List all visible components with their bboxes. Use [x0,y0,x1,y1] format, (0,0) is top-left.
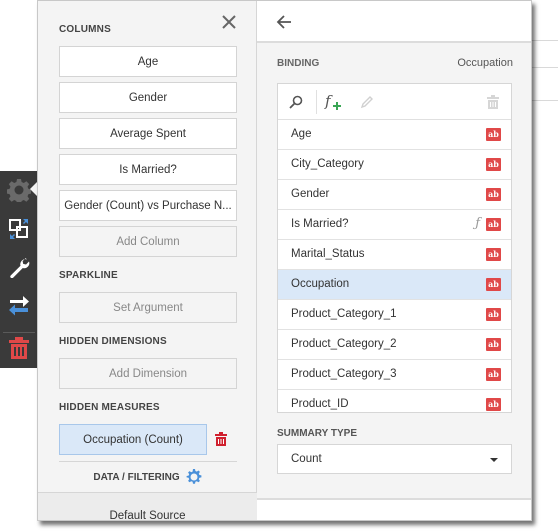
field-name: Product_ID [291,398,349,410]
field-row[interactable]: Product_Category_1 ab [278,300,511,330]
add-column-button[interactable]: Add Column [59,226,237,257]
toolbar-separator [316,90,317,114]
field-row-selected[interactable]: Occupation ab [278,270,511,300]
field-name: Occupation [291,278,350,290]
binding-label: BINDING [277,58,320,69]
svg-text:f: f [324,93,333,110]
binding-panel: BINDING Occupation f Age ab City_Categor… [257,1,531,520]
data-items-panel: COLUMNS Age Gender Average Spent Is Marr… [38,1,257,520]
remove-measure-button[interactable] [215,432,229,446]
search-icon [289,95,303,109]
string-type-icon: ab [486,218,501,231]
options-popup: COLUMNS Age Gender Average Spent Is Marr… [37,0,532,521]
convert-icon [9,219,28,239]
column-item[interactable]: Is Married? [59,154,237,185]
pencil-icon [360,96,373,109]
set-argument-button[interactable]: Set Argument [59,292,237,323]
field-name: Gender [291,188,330,200]
hidden-measure-item[interactable]: Occupation (Count) [59,424,207,455]
sparkline-section-title: SPARKLINE [59,270,118,281]
summary-type-label: SUMMARY TYPE [277,428,358,439]
toolbar-convert-button[interactable] [0,211,38,247]
string-type-icon: ab [486,338,501,351]
delete-field-button[interactable] [484,93,502,111]
data-filtering-label: DATA / FILTERING [93,471,180,483]
trash-icon [9,337,29,359]
toolbar-interactivity-button[interactable] [0,287,38,323]
field-name: Product_Category_1 [291,308,397,320]
toolbar-delete-button[interactable] [0,330,38,366]
string-type-icon: ab [486,158,501,171]
edit-field-button[interactable] [358,93,376,111]
function-add-icon: f [324,93,341,110]
field-row[interactable]: Product_Category_2 ab [278,330,511,360]
column-item[interactable]: Age [59,46,237,77]
toolbar-wrench-button[interactable] [0,249,38,285]
string-type-icon: ab [486,308,501,321]
back-button[interactable] [276,14,292,30]
field-name: Product_Category_2 [291,338,397,350]
background-line [532,100,558,101]
gear-icon [7,179,31,202]
field-row[interactable]: Gender ab [278,180,511,210]
field-row[interactable]: Product_ID ab [278,390,511,412]
data-source-footer[interactable]: Default Source [38,492,257,521]
string-type-icon: ab [486,278,501,291]
trash-icon [487,95,499,109]
field-list: f Age ab City_Category ab Gender ab Is M… [277,83,512,413]
string-type-icon: ab [486,128,501,141]
field-name: Product_Category_3 [291,368,397,380]
calculated-field-icon: ƒ [475,216,480,231]
binding-value: Occupation [457,57,513,69]
swap-icon [9,296,29,316]
column-item[interactable]: Gender [59,82,237,113]
columns-section-title: COLUMNS [59,24,111,35]
search-button[interactable] [287,93,305,111]
data-filtering-separator [59,461,237,462]
add-calculated-field-button[interactable]: f [324,93,342,111]
field-row[interactable]: Is Married? ƒ ab [278,210,511,240]
binding-panel-footer [257,500,531,520]
summary-type-select[interactable]: Count [277,444,512,474]
arrow-left-icon [276,15,291,29]
field-row[interactable]: Age ab [278,120,511,150]
field-row[interactable]: City_Category ab [278,150,511,180]
field-row[interactable]: Product_Category_3 ab [278,360,511,390]
string-type-icon: ab [486,188,501,201]
column-item[interactable]: Gender (Count) vs Purchase N... [59,190,237,221]
data-source-label: Default Source [109,510,186,521]
field-name: Is Married? [291,218,349,230]
trash-icon [215,432,227,446]
item-toolbar [0,171,38,368]
close-button[interactable] [221,14,237,30]
string-type-icon: ab [486,398,501,411]
field-name: City_Category [291,158,364,170]
background-line [532,40,558,41]
wrench-icon [10,258,30,278]
add-dimension-button[interactable]: Add Dimension [59,358,237,389]
chevron-down-icon [490,458,498,462]
string-type-icon: ab [486,248,501,261]
gear-icon [186,469,202,484]
background-line [532,67,558,68]
field-row[interactable]: Marital_Status ab [278,240,511,270]
summary-type-value: Count [291,453,322,465]
hidden-dimensions-section-title: HIDDEN DIMENSIONS [59,336,167,347]
data-filtering-header[interactable]: DATA / FILTERING [38,469,257,485]
binding-panel-header [257,1,531,43]
field-name: Marital_Status [291,248,365,260]
close-icon [222,15,236,29]
string-type-icon: ab [486,368,501,381]
hidden-measures-section-title: HIDDEN MEASURES [59,402,160,413]
field-name: Age [291,128,312,140]
field-list-toolbar: f [278,84,511,120]
column-item[interactable]: Average Spent [59,118,237,149]
